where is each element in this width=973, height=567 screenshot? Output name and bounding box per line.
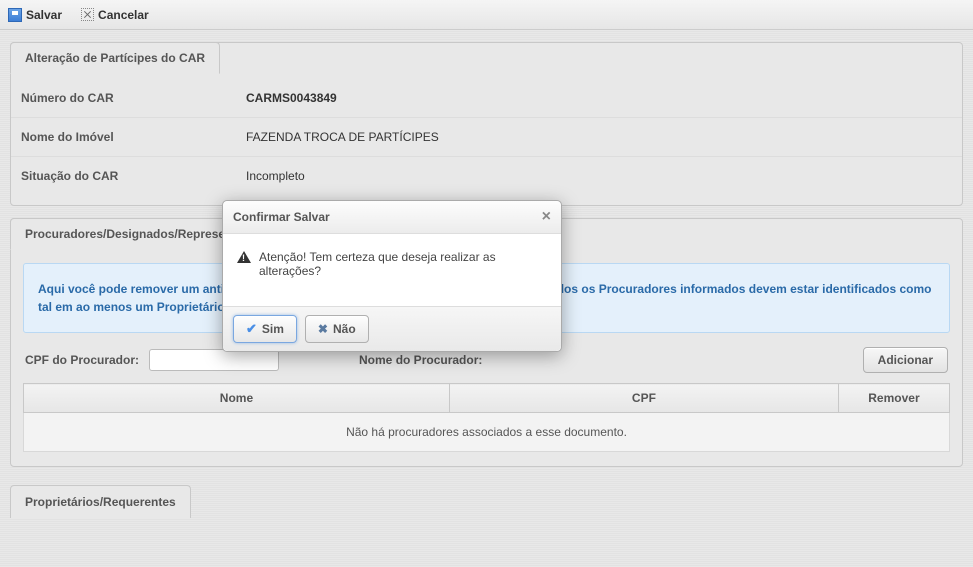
main-panel: Alteração de Partícipes do CAR Número do… (10, 42, 963, 206)
row-situacao-car: Situação do CAR Incompleto (11, 156, 962, 195)
cpf-procurador-label: CPF do Procurador: (25, 353, 139, 367)
check-icon: ✔ (246, 321, 257, 337)
situacao-car-label: Situação do CAR (21, 169, 246, 183)
dialog-header: Confirmar Salvar × (223, 201, 561, 234)
nome-imovel-label: Nome do Imóvel (21, 130, 246, 144)
yes-button[interactable]: ✔ Sim (233, 315, 297, 343)
col-cpf: CPF (449, 384, 838, 413)
no-button[interactable]: ✖ Não (305, 315, 369, 343)
save-button[interactable]: Salvar (8, 8, 62, 22)
save-icon (8, 8, 22, 22)
table-empty-row: Não há procuradores associados a esse do… (24, 413, 950, 452)
table-header-row: Nome CPF Remover (24, 384, 950, 413)
top-toolbar: Salvar Cancelar (0, 0, 973, 30)
adicionar-button[interactable]: Adicionar (863, 347, 948, 373)
numero-car-value: CARMS0043849 (246, 91, 337, 105)
dialog-message: Atenção! Tem certeza que deseja realizar… (259, 250, 547, 278)
yes-label: Sim (262, 322, 284, 336)
cancel-icon (80, 8, 94, 22)
nome-imovel-value: FAZENDA TROCA DE PARTÍCIPES (246, 130, 439, 144)
proprietarios-tab[interactable]: Proprietários/Requerentes (10, 485, 191, 518)
procuradores-table: Nome CPF Remover Não há procuradores ass… (23, 383, 950, 452)
nome-procurador-label: Nome do Procurador: (359, 353, 482, 367)
x-icon: ✖ (318, 322, 328, 336)
save-label: Salvar (26, 8, 62, 22)
cpf-procurador-input[interactable] (149, 349, 279, 371)
close-icon[interactable]: × (542, 209, 551, 225)
col-remover: Remover (838, 384, 949, 413)
numero-car-label: Número do CAR (21, 91, 246, 105)
situacao-car-value: Incompleto (246, 169, 305, 183)
dialog-title: Confirmar Salvar (233, 210, 542, 224)
row-numero-car: Número do CAR CARMS0043849 (11, 79, 962, 117)
table-empty-text: Não há procuradores associados a esse do… (24, 413, 950, 452)
dialog-footer: ✔ Sim ✖ Não (223, 306, 561, 351)
cancel-button[interactable]: Cancelar (80, 8, 149, 22)
cancel-label: Cancelar (98, 8, 149, 22)
no-label: Não (333, 322, 356, 336)
col-nome: Nome (24, 384, 450, 413)
row-nome-imovel: Nome do Imóvel FAZENDA TROCA DE PARTÍCIP… (11, 117, 962, 156)
main-panel-title: Alteração de Partícipes do CAR (10, 42, 220, 74)
dialog-body: Atenção! Tem certeza que deseja realizar… (223, 234, 561, 306)
warning-icon (237, 251, 251, 263)
confirm-dialog: Confirmar Salvar × Atenção! Tem certeza … (222, 200, 562, 352)
